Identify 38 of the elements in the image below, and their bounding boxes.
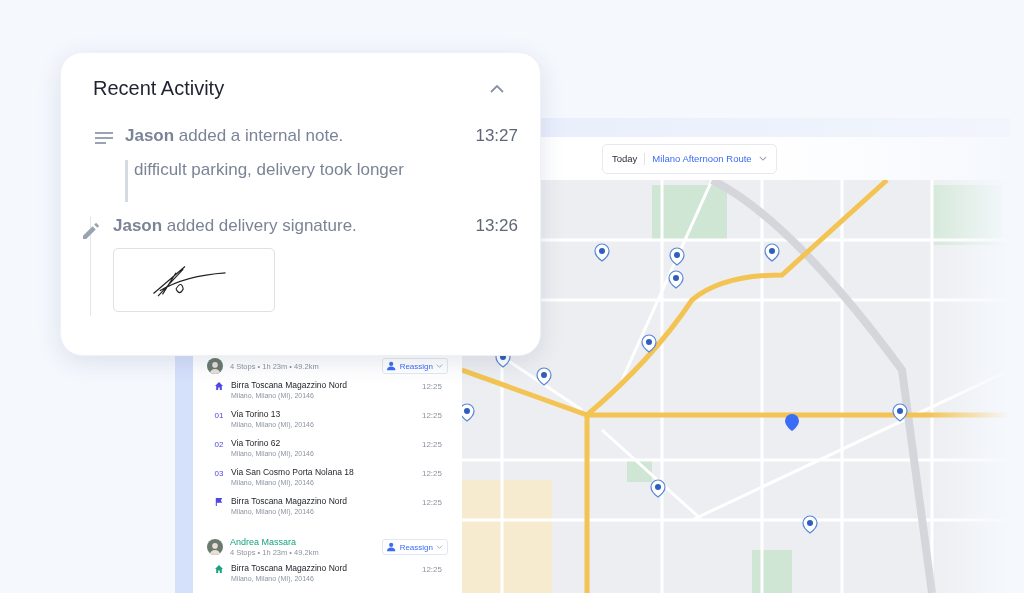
card-title: Recent Activity (93, 77, 225, 100)
home-icon (215, 565, 223, 573)
stop-time: 12:25 (421, 439, 443, 449)
stop-name: Birra Toscana Magazzino Nord (231, 496, 349, 506)
person-icon (386, 542, 397, 552)
reassign-button[interactable]: Reassign (381, 358, 448, 374)
stop-number: 02 (214, 440, 224, 449)
stop-number: 03 (214, 469, 224, 478)
note-quote: difficult parking, delivery took longer (125, 160, 404, 202)
stop-time: 12:25 (421, 410, 443, 420)
person-icon (386, 361, 397, 371)
stop-number: 01 (214, 411, 224, 420)
chevron-down-icon (758, 156, 767, 161)
stop-time: 12:25 (421, 468, 443, 478)
pencil-icon (83, 222, 100, 239)
activity-time: 13:27 (475, 126, 518, 146)
chevron-down-icon (436, 545, 443, 549)
text-lines-icon (95, 132, 113, 144)
stop-time: 12:25 (421, 381, 443, 391)
activity-text: Jason added a internal note. (125, 126, 344, 146)
chevron-up-icon (490, 84, 504, 93)
stop-name: Via Torino 62 (231, 438, 282, 448)
stop-time: 12:25 (421, 564, 443, 574)
stop-name: Via Torino 13 (231, 409, 282, 419)
flag-icon (215, 498, 223, 506)
chevron-down-icon (436, 364, 443, 368)
activity-text: Jason added delivery signature. (113, 216, 357, 236)
stop-time: 12:25 (421, 497, 443, 507)
stop-name: Via San Cosmo Porta Nolana 18 (231, 467, 355, 477)
activity-time: 13:26 (475, 216, 518, 236)
avatar (207, 358, 223, 374)
stop-name: Birra Toscana Magazzino Nord (231, 563, 349, 573)
home-icon (215, 382, 223, 390)
stop-name: Birra Toscana Magazzino Nord (231, 380, 349, 390)
route-dropdown[interactable]: Today Milano Afternoon Route (602, 143, 777, 174)
driver-name: Andrea Massara (230, 537, 298, 547)
avatar (207, 539, 223, 555)
reassign-button[interactable]: Reassign (381, 539, 448, 555)
